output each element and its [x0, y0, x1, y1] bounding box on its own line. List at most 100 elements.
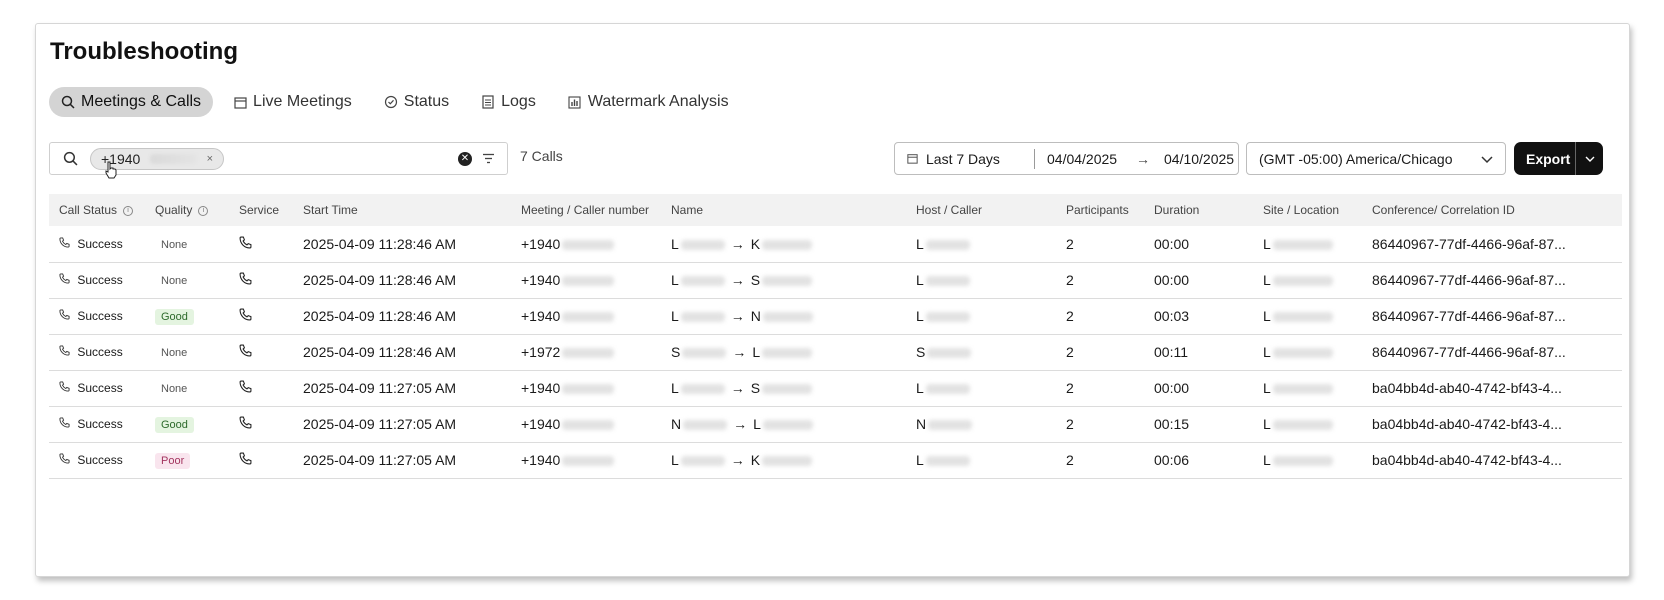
col-start-time[interactable]: Start Time — [293, 194, 511, 226]
col-quality[interactable]: Quality i — [145, 194, 229, 226]
col-name[interactable]: Name — [661, 194, 906, 226]
call-status-text: Success — [77, 309, 123, 323]
quality-badge: Poor — [155, 453, 191, 469]
caller-number-cell: +1940 — [511, 406, 661, 442]
service-cell — [229, 262, 293, 298]
participants-cell: 2 — [1066, 235, 1074, 252]
tab-meetings-calls[interactable]: Meetings & Calls — [49, 87, 214, 117]
correlation-id-cell[interactable]: ba04bb4d-ab40-4742-bf43-4... — [1362, 406, 1622, 442]
quality-cell: None — [145, 226, 229, 262]
correlation-id-cell[interactable]: 86440967-77df-4466-96af-87... — [1362, 226, 1622, 262]
chip-remove-icon[interactable]: × — [207, 153, 213, 165]
correlation-id-cell[interactable]: 86440967-77df-4466-96af-87... — [1362, 334, 1622, 370]
redacted-text — [680, 384, 725, 395]
participants-cell: 2 — [1066, 380, 1074, 396]
arrow-right-icon: → — [730, 452, 745, 468]
host-caller-cell: L — [906, 370, 1056, 406]
redacted-text — [762, 276, 813, 287]
redacted-text — [680, 456, 725, 467]
col-site-location[interactable]: Site / Location — [1253, 194, 1362, 226]
tab-label: Meetings & Calls — [81, 93, 202, 110]
tab-logs[interactable]: Logs — [469, 87, 548, 117]
call-status-text: Success — [77, 345, 123, 359]
correlation-id-cell[interactable]: ba04bb4d-ab40-4742-bf43-4... — [1362, 370, 1622, 406]
redacted-text — [1272, 348, 1333, 359]
quality-cell: None — [145, 334, 229, 370]
col-participants[interactable]: Participants — [1056, 194, 1144, 226]
call-status-cell: Success — [49, 442, 145, 478]
redacted-text — [1272, 420, 1333, 431]
phone-icon — [59, 453, 73, 467]
table-row[interactable]: Success None 2025-04-09 11:28:46 AM +197… — [49, 334, 1622, 370]
host-caller-cell: L — [906, 226, 1056, 262]
chevron-down-icon[interactable] — [1576, 156, 1603, 162]
export-button[interactable]: Export — [1514, 142, 1603, 175]
tab-label: Live Meetings — [253, 93, 352, 110]
table-row[interactable]: Success Good 2025-04-09 11:28:46 AM +194… — [49, 298, 1622, 334]
col-correlation-id[interactable]: Conference/ Correlation ID — [1362, 194, 1622, 226]
duration-cell: 00:15 — [1154, 416, 1190, 432]
service-cell — [229, 226, 293, 262]
redacted-text — [562, 276, 615, 287]
chevron-down-icon — [1481, 151, 1493, 167]
start-date[interactable]: 04/04/2025 — [1035, 151, 1132, 167]
correlation-id-cell[interactable]: 86440967-77df-4466-96af-87... — [1362, 262, 1622, 298]
info-icon[interactable]: i — [198, 205, 209, 216]
tab-live-meetings[interactable]: Live Meetings — [221, 87, 364, 117]
phone-icon — [239, 452, 252, 468]
host-caller-cell: N — [906, 406, 1056, 442]
table-row[interactable]: Success Good 2025-04-09 11:27:05 AM +194… — [49, 406, 1622, 442]
start-time-cell: 2025-04-09 11:28:46 AM — [303, 344, 457, 360]
participants-cell: 2 — [1066, 344, 1074, 360]
tab-watermark-analysis[interactable]: Watermark Analysis — [556, 87, 741, 117]
clear-search-icon[interactable]: ✕ — [458, 151, 472, 166]
date-range-picker[interactable]: Last 7 Days 04/04/2025 → 04/10/2025 — [894, 142, 1239, 175]
host-caller-cell: L — [906, 298, 1056, 334]
call-status-cell: Success — [49, 298, 145, 334]
table-row[interactable]: Success None 2025-04-09 11:27:05 AM +194… — [49, 370, 1622, 406]
info-icon[interactable]: i — [123, 205, 134, 216]
phone-icon — [59, 237, 73, 251]
col-service[interactable]: Service — [229, 194, 293, 226]
service-cell — [229, 334, 293, 370]
redacted-text — [1272, 276, 1333, 287]
redacted-text — [680, 276, 725, 287]
filter-icon[interactable] — [482, 153, 495, 164]
redacted-text — [925, 312, 970, 323]
redacted-text — [1272, 312, 1333, 323]
site-location-cell: L — [1253, 226, 1362, 262]
name-cell: L → S — [661, 262, 906, 298]
caller-number-cell: +1940 — [511, 370, 661, 406]
col-host-caller[interactable]: Host / Caller — [906, 194, 1056, 226]
phone-icon — [239, 308, 252, 324]
table-row[interactable]: Success None 2025-04-09 11:28:46 AM +194… — [49, 262, 1622, 298]
call-status-cell: Success — [49, 370, 145, 406]
call-status-cell: Success — [49, 334, 145, 370]
date-preset-label: Last 7 Days — [926, 150, 1000, 167]
col-duration[interactable]: Duration — [1144, 194, 1253, 226]
col-caller-number[interactable]: Meeting / Caller number — [511, 194, 661, 226]
redacted-text — [762, 348, 813, 359]
redacted-text — [562, 420, 615, 431]
table-row[interactable]: Success Poor 2025-04-09 11:27:05 AM +194… — [49, 442, 1622, 478]
name-cell: N → L — [661, 406, 906, 442]
phone-icon — [59, 381, 73, 395]
end-date[interactable]: 04/10/2025 — [1154, 151, 1234, 167]
redacted-text — [762, 456, 813, 467]
tab-status[interactable]: Status — [372, 87, 461, 117]
phone-icon — [59, 417, 73, 431]
name-cell: L → N — [661, 298, 906, 334]
duration-cell: 00:00 — [1154, 235, 1190, 252]
date-preset[interactable]: Last 7 Days — [895, 148, 1035, 169]
correlation-id-cell[interactable]: ba04bb4d-ab40-4742-bf43-4... — [1362, 442, 1622, 478]
quality-cell: None — [145, 370, 229, 406]
correlation-id-cell[interactable]: 86440967-77df-4466-96af-87... — [1362, 298, 1622, 334]
col-call-status[interactable]: Call Status i — [49, 194, 145, 226]
tab-bar: Meetings & Calls Live Meetings Status Lo… — [49, 87, 741, 117]
site-location-cell: L — [1253, 334, 1362, 370]
table-row[interactable]: Success None 2025-04-09 11:28:46 AM +194… — [49, 226, 1622, 262]
participants-cell: 2 — [1066, 308, 1074, 324]
timezone-select[interactable]: (GMT -05:00) America/Chicago — [1246, 142, 1506, 175]
participants-cell: 2 — [1066, 452, 1074, 468]
phone-icon — [59, 345, 73, 359]
